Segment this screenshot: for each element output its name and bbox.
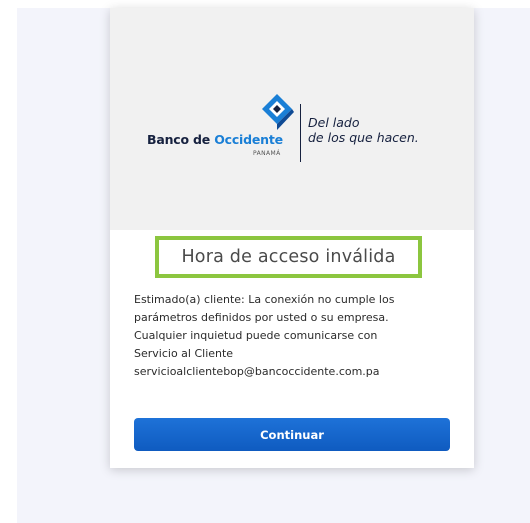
dialog-title: Hora de acceso inválida [181, 247, 396, 267]
bank-name-prefix: Banco de [147, 132, 215, 147]
bank-logo: Banco de Occidente PANAMÁ Del lado de lo… [145, 92, 445, 172]
title-highlight-box: Hora de acceso inválida [155, 236, 422, 278]
error-dialog-card: Banco de Occidente PANAMÁ Del lado de lo… [110, 8, 474, 468]
card-header: Banco de Occidente PANAMÁ Del lado de lo… [110, 8, 474, 230]
tagline: Del lado de los que hacen. [308, 115, 419, 145]
message-line: Servicio al Cliente [134, 347, 234, 360]
message-line: parámetros definidos por usted o su empr… [134, 311, 389, 324]
dialog-message: Estimado(a) cliente: La conexión no cump… [134, 291, 464, 381]
bank-name: Banco de Occidente [147, 132, 283, 147]
logo-divider [300, 104, 301, 162]
tagline-line-1: Del lado [308, 115, 360, 130]
support-email: servicioalclientebop@bancoccidente.com.p… [134, 365, 380, 378]
tagline-line-2: de los que hacen. [308, 130, 419, 145]
bank-country: PANAMÁ [253, 150, 281, 157]
message-line: Cualquier inquietud puede comunicarse co… [134, 329, 378, 342]
diamond-logo-icon [262, 94, 294, 130]
message-line: Estimado(a) cliente: La conexión no cump… [134, 293, 395, 306]
continue-button[interactable]: Continuar [134, 418, 450, 451]
bank-name-accent: Occidente [214, 132, 283, 147]
